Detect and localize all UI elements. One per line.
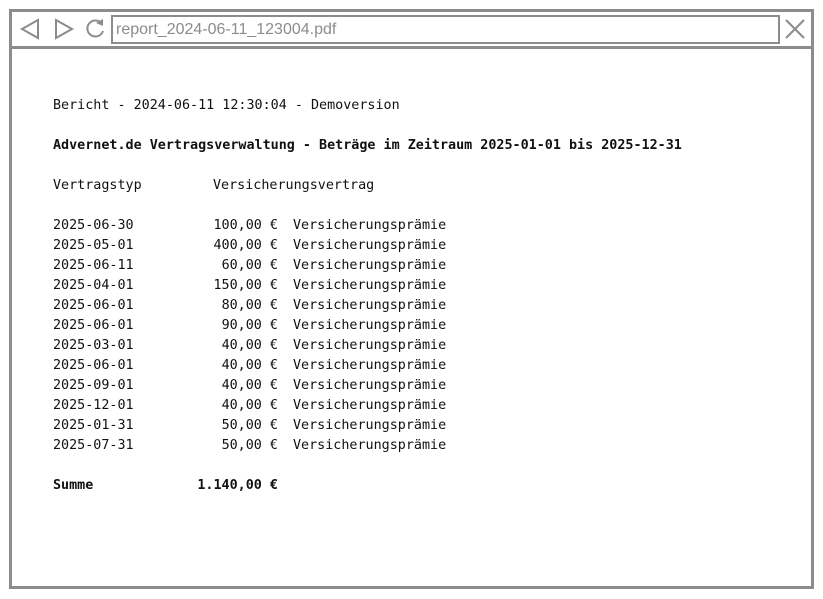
back-arrow-icon[interactable] — [18, 16, 44, 42]
row-amount: 400,00 € — [213, 238, 279, 253]
reload-icon[interactable] — [82, 16, 108, 42]
row-description: Versicherungsprämie — [293, 358, 447, 373]
row-amount: 40,00 € — [221, 398, 278, 413]
row-description: Versicherungsprämie — [293, 398, 447, 413]
row-amount: 90,00 € — [221, 318, 278, 333]
row-description: Versicherungsprämie — [293, 278, 447, 293]
row-date: 2025-06-01 — [53, 298, 134, 313]
row-date: 2025-06-01 — [53, 358, 134, 373]
row-date: 2025-06-30 — [53, 218, 134, 233]
row-amount: 50,00 € — [221, 418, 278, 433]
row-description: Versicherungsprämie — [293, 218, 447, 233]
forward-arrow-icon[interactable] — [50, 16, 76, 42]
row-date: 2025-07-31 — [53, 438, 134, 453]
row-amount: 80,00 € — [221, 298, 278, 313]
row-date: 2025-04-01 — [53, 278, 134, 293]
row-description: Versicherungsprämie — [293, 338, 447, 353]
row-description: Versicherungsprämie — [293, 418, 447, 433]
row-description: Versicherungsprämie — [293, 238, 447, 253]
row-date: 2025-09-01 — [53, 378, 134, 393]
close-icon[interactable] — [782, 16, 808, 42]
row-date: 2025-01-31 — [53, 418, 134, 433]
toolbar: report_2024-06-11_123004.pdf — [12, 12, 811, 49]
row-date: 2025-06-11 — [53, 258, 134, 273]
address-bar[interactable]: report_2024-06-11_123004.pdf — [111, 15, 780, 44]
row-amount: 40,00 € — [221, 358, 278, 373]
report-header: Bericht - 2024-06-11 12:30:04 - Demovers… — [53, 98, 400, 113]
row-amount: 150,00 € — [213, 278, 279, 293]
row-description: Versicherungsprämie — [293, 438, 447, 453]
contract-type-value: Versicherungsvertrag — [213, 178, 375, 193]
row-amount: 40,00 € — [221, 378, 278, 393]
pdf-viewer-window: report_2024-06-11_123004.pdf Bericht - 2… — [9, 9, 814, 589]
row-description: Versicherungsprämie — [293, 298, 447, 313]
row-amount: 60,00 € — [221, 258, 278, 273]
row-description: Versicherungsprämie — [293, 378, 447, 393]
row-amount: 100,00 € — [213, 218, 279, 233]
report-title: Advernet.de Vertragsverwaltung - Beträge… — [53, 138, 682, 153]
document-page: Bericht - 2024-06-11 12:30:04 - Demovers… — [12, 49, 811, 586]
row-amount: 50,00 € — [221, 438, 278, 453]
row-description: Versicherungsprämie — [293, 258, 447, 273]
row-date: 2025-03-01 — [53, 338, 134, 353]
contract-type-label: Vertragstyp — [53, 178, 142, 193]
row-amount: 40,00 € — [221, 338, 278, 353]
row-description: Versicherungsprämie — [293, 318, 447, 333]
row-date: 2025-12-01 — [53, 398, 134, 413]
total-label: Summe — [53, 478, 94, 493]
row-date: 2025-06-01 — [53, 318, 134, 333]
row-date: 2025-05-01 — [53, 238, 134, 253]
total-value: 1.140,00 € — [197, 478, 278, 493]
